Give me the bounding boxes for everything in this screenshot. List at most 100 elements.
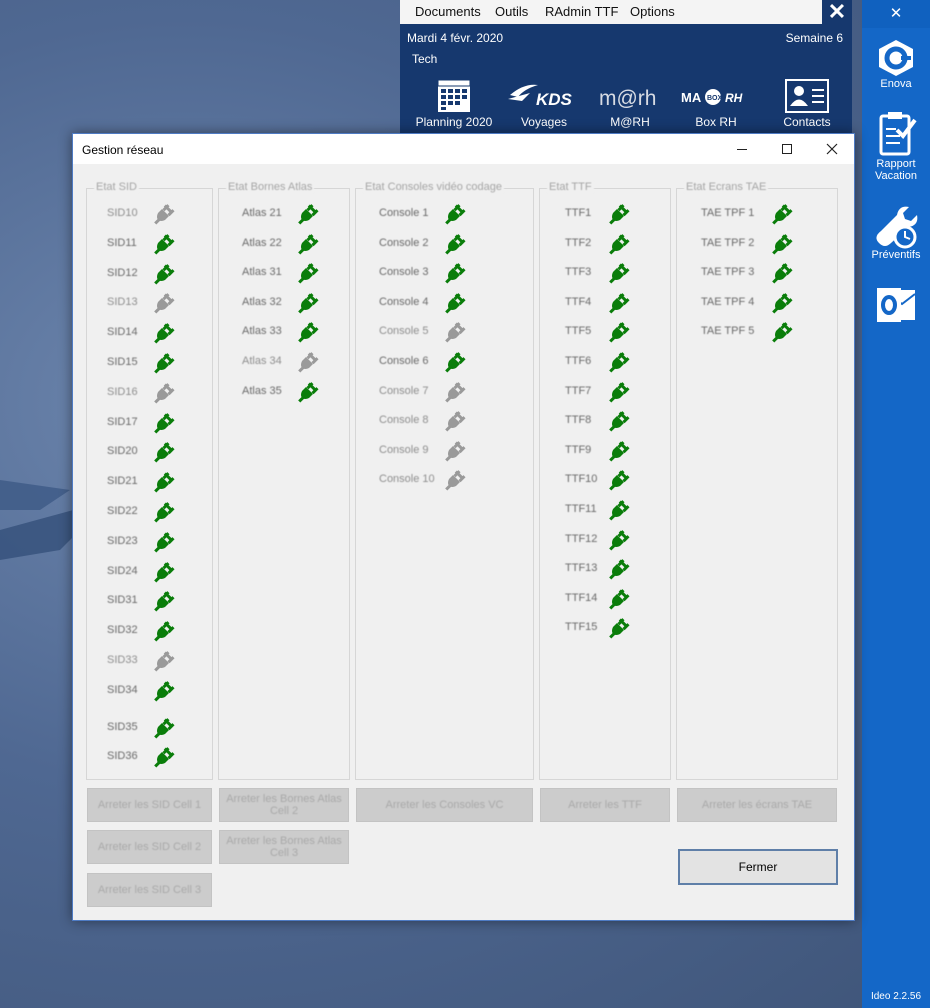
current-week: Semaine 6 xyxy=(785,31,843,45)
clipboard-check-icon xyxy=(862,110,930,158)
outlook-icon xyxy=(862,284,930,326)
stop-ttf-button[interactable]: Arreter les TTF xyxy=(540,788,670,822)
status-row: TTF9 xyxy=(540,438,670,464)
current-date: Mardi 4 févr. 2020 xyxy=(407,31,504,45)
device-name: Console 10 xyxy=(379,473,435,486)
device-name: SID36 xyxy=(107,750,138,763)
maximize-button[interactable] xyxy=(764,134,809,164)
button-label: Arreter les SID Cell 2 xyxy=(97,841,202,853)
stop-tae-button[interactable]: Arreter les écrans TAE xyxy=(677,788,837,822)
tile-marh[interactable]: m@rh M@RH xyxy=(582,78,678,132)
tile-label: M@RH xyxy=(610,115,650,129)
device-name: Console 6 xyxy=(379,355,429,367)
plug-connected-icon xyxy=(295,379,321,405)
device-name: SID21 xyxy=(107,475,138,488)
menu-bar: Documents Outils RAdmin TTF Options ✕ xyxy=(400,0,852,24)
group-title: Etat Bornes Atlas xyxy=(226,181,315,193)
tile-planning[interactable]: Planning 2020 xyxy=(406,78,502,132)
device-name: TTF3 xyxy=(565,266,592,279)
plug-connected-icon xyxy=(606,379,632,405)
status-row: SID20 xyxy=(87,439,212,465)
plug-connected-icon xyxy=(769,201,795,227)
minimize-button[interactable] xyxy=(719,134,764,164)
sidebar-item-label: Préventifs xyxy=(871,249,921,261)
device-name: TTF9 xyxy=(565,443,592,456)
plug-connected-icon xyxy=(151,469,177,495)
device-name: SID11 xyxy=(107,236,137,249)
device-name: SID32 xyxy=(107,624,138,637)
menu-outils[interactable]: Outils xyxy=(495,4,528,19)
status-row: SID12 xyxy=(87,261,212,287)
status-row: Console 5 xyxy=(356,319,533,345)
device-name: SID33 xyxy=(107,654,138,666)
marh-logo-icon: m@rh xyxy=(582,78,678,114)
device-name: TTF8 xyxy=(565,414,592,427)
close-button[interactable] xyxy=(809,134,854,164)
plug-disconnected-icon xyxy=(151,380,177,406)
app-close-button[interactable]: ✕ xyxy=(822,0,852,24)
plug-connected-icon xyxy=(151,744,177,770)
plug-connected-icon xyxy=(606,201,632,227)
button-label: Arreter les TTF xyxy=(568,799,642,811)
status-row: Console 1 xyxy=(356,201,533,227)
status-row: SID16 xyxy=(87,380,212,406)
stop-atlas-cell3-button[interactable]: Arreter les Bornes Atlas Cell 3 xyxy=(219,830,349,864)
tile-contacts[interactable]: Contacts xyxy=(759,78,855,132)
sidebar-close-button[interactable]: ✕ xyxy=(884,5,908,23)
device-name: TTF2 xyxy=(565,236,592,249)
close-dialog-button[interactable]: Fermer xyxy=(678,849,838,885)
tile-boxrh[interactable]: MA BOX RH Box RH xyxy=(668,78,764,132)
stop-consoles-button[interactable]: Arreter les Consoles VC xyxy=(356,788,533,822)
device-name: TTF12 xyxy=(565,532,598,545)
stop-sid-cell2-button[interactable]: Arreter les SID Cell 2 xyxy=(87,830,212,864)
group-title: Etat Consoles vidéo codage xyxy=(363,181,504,193)
device-name: Atlas 31 xyxy=(242,266,282,279)
status-row: Atlas 33 xyxy=(219,319,349,345)
device-name: Console 3 xyxy=(379,266,429,279)
stop-sid-cell3-button[interactable]: Arreter les SID Cell 3 xyxy=(87,873,212,907)
plug-connected-icon xyxy=(295,319,321,345)
tile-label: Contacts xyxy=(783,115,831,129)
plug-disconnected-icon xyxy=(151,648,177,674)
device-name: Console 9 xyxy=(379,443,429,456)
sidebar-header: ✕ xyxy=(862,0,930,28)
sidebar-item-outlook[interactable] xyxy=(862,284,930,326)
status-row: SID33 xyxy=(87,648,212,674)
plug-connected-icon xyxy=(151,261,177,287)
app-version: Ideo 2.2.56 xyxy=(870,991,922,1002)
plug-connected-icon xyxy=(606,615,632,641)
plug-disconnected-icon xyxy=(442,408,468,434)
plug-connected-icon xyxy=(151,320,177,346)
plug-connected-icon xyxy=(295,290,321,316)
sidebar-item-preventifs[interactable]: Préventifs xyxy=(862,205,930,261)
plug-connected-icon xyxy=(606,586,632,612)
device-name: TTF4 xyxy=(565,295,592,308)
menu-radmin-ttf[interactable]: RAdmin TTF xyxy=(545,4,618,19)
device-name: SID35 xyxy=(107,720,138,733)
plug-disconnected-icon xyxy=(295,349,321,375)
tile-voyages[interactable]: KDS Voyages xyxy=(496,78,592,132)
status-row: SID34 xyxy=(87,678,212,704)
plug-connected-icon xyxy=(151,678,177,704)
tile-label: Box RH xyxy=(695,115,737,129)
status-row: SID35 xyxy=(87,715,212,741)
network-management-dialog: Gestion réseau Etat SID SID10 SID11 SID1… xyxy=(72,133,855,921)
plug-disconnected-icon xyxy=(442,438,468,464)
menu-documents[interactable]: Documents xyxy=(415,4,481,19)
plug-connected-icon xyxy=(769,260,795,286)
stop-sid-cell1-button[interactable]: Arreter les SID Cell 1 xyxy=(87,788,212,822)
device-name: SID31 xyxy=(107,594,138,607)
stop-atlas-cell2-button[interactable]: Arreter les Bornes Atlas Cell 2 xyxy=(219,788,349,822)
device-name: Console 5 xyxy=(379,325,429,338)
plug-connected-icon xyxy=(442,231,468,257)
status-row: TAE TPF 1 xyxy=(677,201,837,227)
status-row: Console 2 xyxy=(356,231,533,257)
plug-connected-icon xyxy=(606,231,632,257)
calendar-icon xyxy=(406,78,502,114)
sidebar-item-enova[interactable]: Enova xyxy=(862,38,930,90)
status-row: TTF6 xyxy=(540,349,670,375)
sidebar-item-rapport-vacation[interactable]: Rapport Vacation xyxy=(862,110,930,182)
device-name: TTF7 xyxy=(565,384,592,397)
menu-options[interactable]: Options xyxy=(630,4,675,19)
device-name: TAE TPF 2 xyxy=(701,236,755,249)
